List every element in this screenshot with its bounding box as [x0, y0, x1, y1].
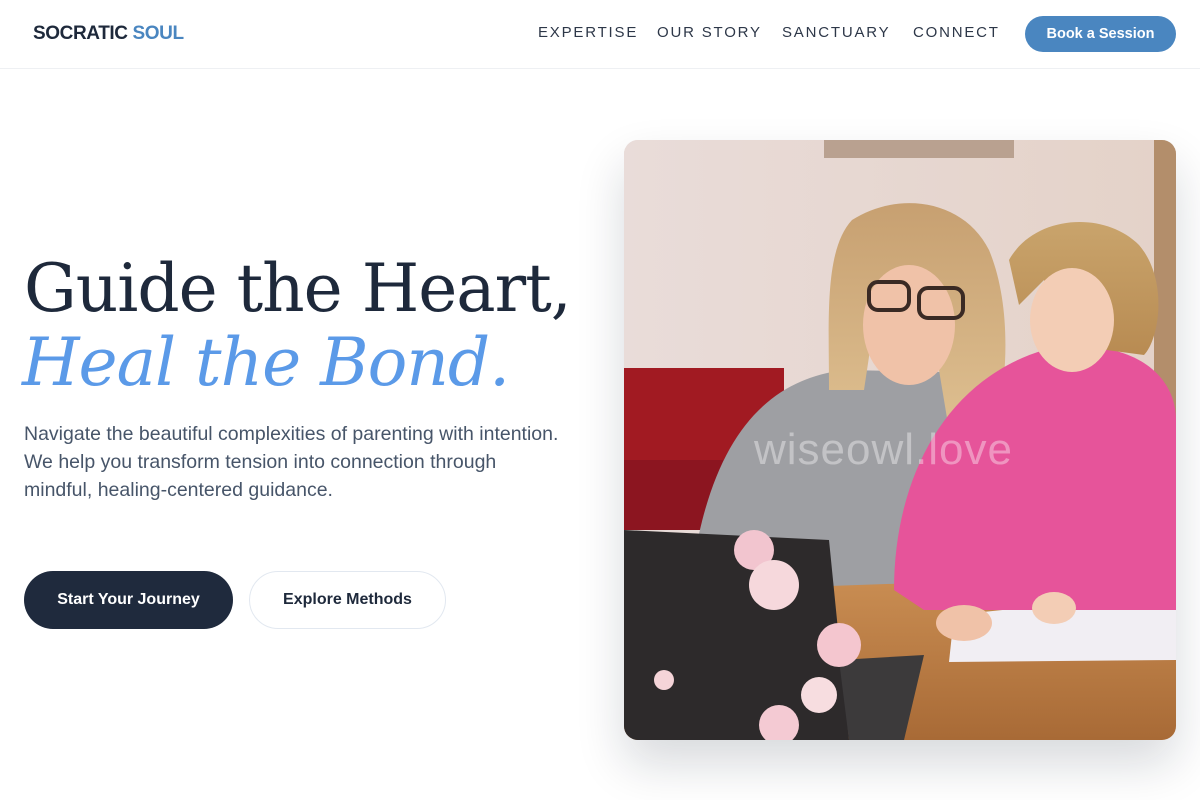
hero-headline: Guide the Heart, — [24, 250, 572, 327]
image-watermark: wiseowl.love — [754, 425, 1013, 474]
main-nav: EXPERTISE OUR STORY SANCTUARY CONNECT — [0, 0, 1200, 68]
start-journey-button[interactable]: Start Your Journey — [24, 571, 233, 629]
hero-headline-accent: Heal the Bond. — [22, 324, 510, 401]
nav-link-expertise[interactable]: EXPERTISE — [538, 24, 638, 42]
nav-link-sanctuary[interactable]: SANCTUARY — [782, 24, 890, 42]
book-session-button[interactable]: Book a Session — [1025, 16, 1176, 52]
nav-link-connect[interactable]: CONNECT — [913, 24, 1000, 42]
site-header: SOCRATIC SOUL EXPERTISE OUR STORY SANCTU… — [0, 0, 1200, 69]
hero-lead-text: Navigate the beautiful complexities of p… — [24, 423, 559, 501]
explore-methods-button[interactable]: Explore Methods — [249, 571, 446, 629]
nav-link-our-story[interactable]: OUR STORY — [657, 24, 762, 42]
hero-photo: wiseowl.love — [624, 140, 1176, 740]
